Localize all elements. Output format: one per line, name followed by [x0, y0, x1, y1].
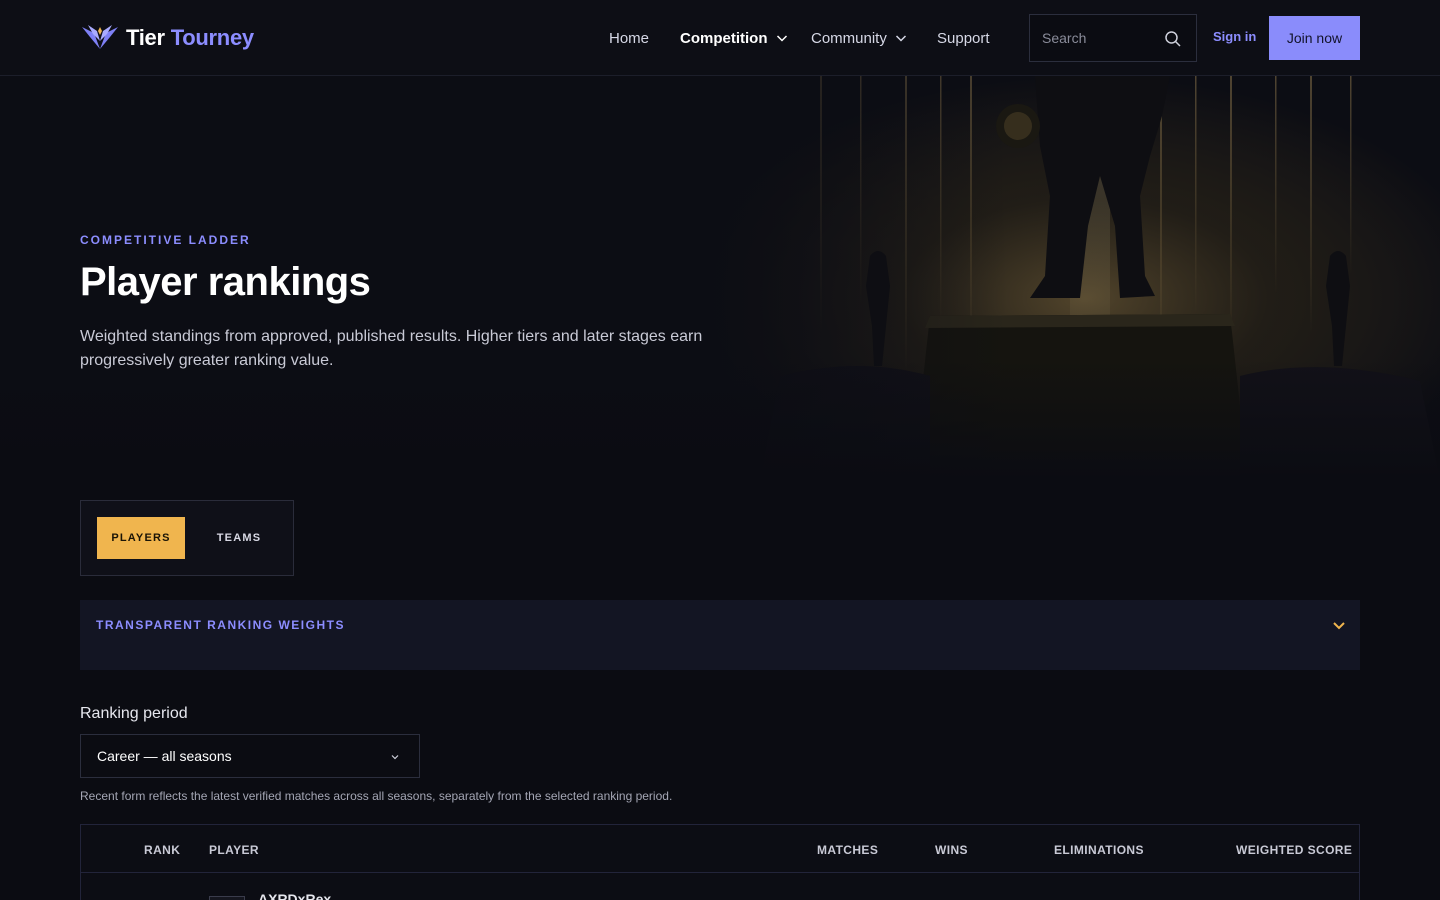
- brand-name-part1: Tier: [126, 25, 165, 50]
- chevron-down-icon: [391, 755, 399, 760]
- ranking-period-select[interactable]: Career — all seasons: [80, 734, 420, 778]
- ranking-period-label: Ranking period: [80, 705, 188, 722]
- search-box: [1029, 14, 1197, 62]
- nav-support-label: Support: [937, 29, 990, 47]
- chevron-down-icon: [1333, 622, 1345, 630]
- search-input[interactable]: [1042, 30, 1160, 46]
- nav-support[interactable]: Support: [937, 26, 990, 50]
- ranking-type-tabs: PLAYERS TEAMS: [80, 500, 294, 576]
- ranking-weights-label: TRANSPARENT RANKING WEIGHTS: [96, 618, 345, 632]
- ranking-period-value: Career — all seasons: [97, 748, 232, 764]
- tab-teams[interactable]: TEAMS: [199, 517, 279, 559]
- column-header-matches[interactable]: MATCHES: [817, 843, 878, 857]
- chevron-down-icon: [776, 35, 787, 42]
- table-row[interactable]: AXRDxRex: [81, 874, 1359, 900]
- nav-competition[interactable]: Competition: [680, 26, 788, 50]
- chevron-down-icon: [895, 35, 906, 42]
- search-icon[interactable]: [1164, 30, 1182, 48]
- table-header: RANK PLAYER MATCHES WINS ELIMINATIONS WE…: [81, 825, 1359, 873]
- nav-competition-label: Competition: [680, 29, 768, 47]
- logo-wings-icon: [82, 25, 118, 49]
- column-header-rank[interactable]: RANK: [144, 843, 180, 857]
- hero-eyebrow: COMPETITIVE LADDER: [80, 233, 251, 247]
- brand-name-part2: Tourney: [170, 25, 254, 50]
- nav-home[interactable]: Home: [609, 26, 649, 50]
- column-header-wins[interactable]: WINS: [935, 843, 968, 857]
- nav-community-label: Community: [811, 29, 887, 47]
- sign-in-link[interactable]: Sign in: [1213, 29, 1256, 44]
- avatar: [209, 896, 245, 900]
- brand-logo[interactable]: Tier Tourney: [80, 20, 254, 56]
- column-header-player[interactable]: PLAYER: [209, 843, 259, 857]
- nav-community[interactable]: Community: [811, 26, 907, 50]
- join-now-button[interactable]: Join now: [1269, 16, 1360, 60]
- page-title: Player rankings: [80, 260, 371, 304]
- column-header-eliminations[interactable]: ELIMINATIONS: [1054, 843, 1144, 857]
- hero-overlay-bottom: [0, 360, 1440, 480]
- tab-players[interactable]: PLAYERS: [97, 517, 185, 559]
- page-subtitle: Weighted standings from approved, publis…: [80, 328, 703, 369]
- player-name[interactable]: AXRDxRex: [258, 891, 331, 900]
- nav-home-label: Home: [609, 29, 650, 47]
- rankings-table: RANK PLAYER MATCHES WINS ELIMINATIONS WE…: [80, 824, 1360, 900]
- brand-name: Tier Tourney: [126, 25, 254, 51]
- site-header: Tier Tourney Home Competition Community S…: [0, 0, 1440, 76]
- ranking-weights-accordion[interactable]: TRANSPARENT RANKING WEIGHTS: [80, 600, 1360, 670]
- column-header-weighted-score[interactable]: WEIGHTED SCORE: [1236, 843, 1352, 857]
- ranking-period-note: Recent form reflects the latest verified…: [80, 789, 673, 803]
